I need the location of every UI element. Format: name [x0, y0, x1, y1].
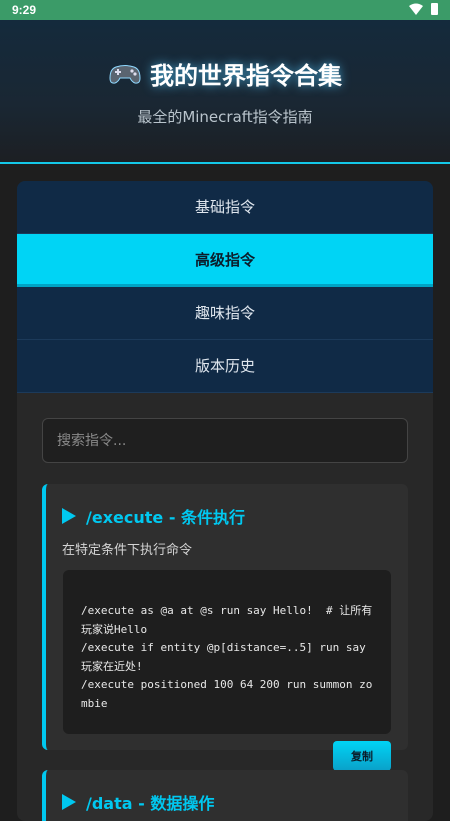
command-title-row: /data - 数据操作 [62, 790, 214, 814]
title-row: 我的世界指令合集 [0, 56, 450, 91]
command-card: /execute - 条件执行 在特定条件下执行命令 /execute as @… [42, 484, 408, 750]
tab-fun[interactable]: 趣味指令 [17, 287, 433, 340]
play-icon [62, 508, 76, 524]
battery-icon [431, 3, 438, 15]
status-time: 9:29 [12, 3, 37, 17]
command-description: 在特定条件下执行命令 [62, 543, 193, 558]
command-title: /execute - 条件执行 [86, 508, 246, 527]
page-title: 我的世界指令合集 [150, 62, 342, 90]
tab-advanced[interactable]: 高级指令 [17, 234, 433, 287]
app-header: 我的世界指令合集 最全的Minecraft指令指南 [0, 20, 450, 164]
status-bar: 9:29 [0, 0, 450, 20]
command-code-block: /execute as @a at @s run say Hello! # 让所… [63, 570, 391, 734]
copy-button[interactable]: 复制 [333, 741, 391, 771]
wifi-icon [409, 3, 423, 15]
page-subtitle: 最全的Minecraft指令指南 [137, 108, 313, 126]
tab-version-history[interactable]: 版本历史 [17, 340, 433, 393]
content-panel: 基础指令 高级指令 趣味指令 版本历史 /execute - 条件执行 在特定条… [17, 181, 433, 821]
command-card: /data - 数据操作 [42, 770, 408, 821]
gamepad-icon [109, 64, 141, 84]
status-icons [409, 3, 438, 15]
command-title-row: /execute - 条件执行 [62, 504, 245, 528]
category-tabs: 基础指令 高级指令 趣味指令 版本历史 [17, 181, 433, 393]
search-input[interactable] [42, 418, 408, 463]
command-title: /data - 数据操作 [86, 794, 215, 813]
play-icon [62, 794, 76, 810]
tab-basic[interactable]: 基础指令 [17, 181, 433, 234]
